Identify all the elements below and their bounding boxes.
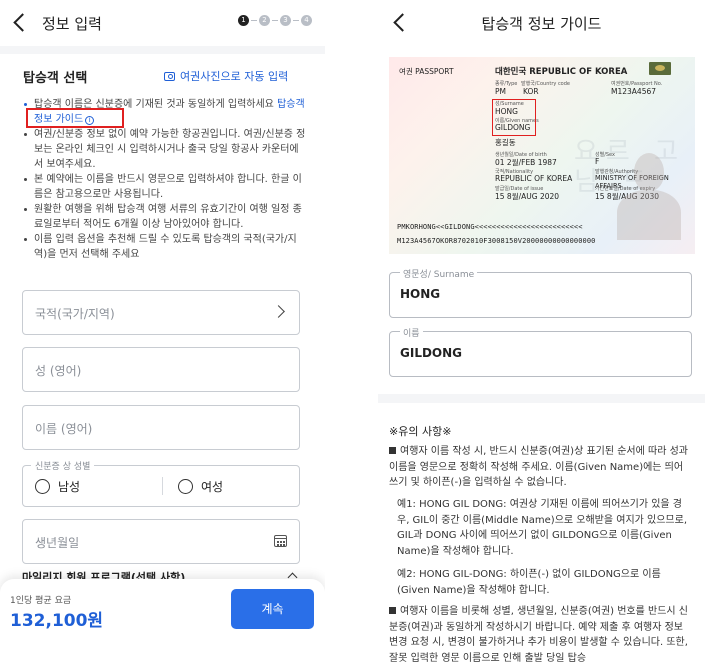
step-dash [272, 20, 278, 21]
pp-value: PM [495, 87, 506, 96]
photo-shoulders [617, 190, 681, 240]
nationality-placeholder: 국적(국가/지역) [35, 307, 115, 321]
chevron-right-icon [272, 305, 285, 318]
auto-fill-from-passport-link[interactable]: 여권사진으로 자동 입력 [164, 68, 288, 84]
passenger-info-screen: 정보 입력 1 2 3 4 탑승객 선택 여권사진으로 자동 입력 탑승객 이름… [0, 0, 325, 667]
header: 정보 입력 1 2 3 4 [0, 0, 325, 46]
notice-item: 본 예약에는 이름을 반드시 영문으로 입력하셔야 합니다. 한글 이름은 참고… [24, 172, 306, 202]
caution-text: 여행자 이름을 비롯해 성별, 생년월일, 신분증(여권) 번호를 반드시 신분… [389, 606, 688, 664]
birthdate-input[interactable]: 생년월일 [22, 519, 300, 564]
step-2: 2 [259, 15, 270, 26]
photo-head [634, 153, 664, 191]
surname-example-field: 영문성/ Surname HONG [389, 267, 692, 318]
surname-input[interactable]: 성 (영어) [22, 347, 300, 392]
pp-value: 01 2월/FEB 1987 [495, 158, 557, 167]
birthdate-placeholder: 생년월일 [35, 536, 80, 550]
square-bullet-icon [389, 447, 396, 454]
step-4: 4 [301, 15, 312, 26]
pp-value: 홍길동 [495, 138, 516, 147]
caution-paragraph: 여행자 이름 작성 시, 반드시 신분증(여권)상 표기된 순서에 따라 성과 … [389, 444, 692, 491]
pp-label: 여권번호/Passport No. [611, 81, 663, 87]
pp-value: REPUBLIC OF KOREA [495, 174, 573, 183]
passport-photo [611, 145, 686, 240]
calendar-icon[interactable] [274, 535, 287, 547]
highlight-box [26, 108, 124, 128]
passenger-guide-screen: 탑승객 정보 가이드 여권 PASSPORT 대한민국 REPUBLIC OF … [378, 0, 705, 667]
passport-sample-image: 여권 PASSPORT 대한민국 REPUBLIC OF KOREA 요르 고 … [389, 57, 695, 254]
flag-icon [649, 62, 671, 75]
pp-label: 발행국/Country code [521, 81, 570, 87]
given-name-placeholder: 이름 (영어) [35, 422, 93, 436]
continue-button[interactable]: 계속 [231, 589, 314, 629]
caution-text: 여행자 이름 작성 시, 반드시 신분증(여권)상 표기된 순서에 따라 성과 … [389, 446, 688, 488]
step-indicator: 1 2 3 4 [238, 15, 312, 26]
divider [0, 46, 325, 54]
step-dash [293, 20, 299, 21]
pp-label: 종류/Type [495, 81, 518, 87]
pp-value: M123A4567 [611, 87, 657, 96]
pp-value: F [595, 157, 600, 166]
step-dash [251, 20, 257, 21]
step-1: 1 [238, 15, 249, 26]
gender-legend: 신분증 상 성별 [31, 459, 95, 472]
male-label: 남성 [58, 480, 81, 494]
notice-item: 원활한 여행을 위해 탑승객 여행 서류의 유효기간이 여행 일정 종료일로부터… [24, 202, 306, 232]
caution-paragraph: 여행자 이름을 비롯해 성별, 생년월일, 신분증(여권) 번호를 반드시 신분… [389, 604, 692, 666]
radio-circle-icon [178, 479, 193, 494]
mrz-line-2: M123A4567OKOR8702010F3008150V20000000000… [397, 237, 596, 245]
gender-female-radio[interactable]: 여성 [178, 478, 223, 495]
surname-legend: 영문성/ Surname [400, 267, 478, 280]
auto-fill-label: 여권사진으로 자동 입력 [180, 70, 289, 83]
avg-fare-label: 1인당 평균 요금 [10, 596, 72, 606]
female-label: 여성 [201, 480, 224, 494]
header: 탑승객 정보 가이드 [378, 0, 705, 46]
pp-value: 15 8월/AUG 2020 [495, 192, 560, 201]
gender-radio-group: 신분증 상 성별 남성 여성 [22, 459, 300, 507]
bottom-bar: 1인당 평균 요금 132,100원 계속 [0, 579, 325, 667]
total-price: 132,100원 [10, 611, 104, 631]
nationality-select[interactable]: 국적(국가/지역) [22, 290, 300, 335]
surname-placeholder: 성 (영어) [35, 364, 82, 378]
pp-value: KOR [523, 87, 539, 96]
notice-item: 이름 입력 옵션을 추천해 드릴 수 있도록 탑승객의 국적(국가/지역)을 먼… [24, 232, 306, 262]
notice-item: 여권/신분증 정보 없이 예약 가능한 항공권입니다. 여권/신분증 정보는 온… [24, 127, 306, 172]
example-2: 예2: HONG GIL-DONG: 하이픈(-) 없이 GILDONG으로 이… [397, 569, 661, 596]
radio-circle-icon [35, 479, 50, 494]
camera-icon [164, 71, 175, 81]
caution-title: ※유의 사항※ [389, 425, 452, 438]
step-3: 3 [280, 15, 291, 26]
example-1: 예1: HONG GIL DONG: 여권상 기재된 이름에 띄어쓰기가 있을 … [397, 499, 688, 557]
screen-gap [325, 0, 378, 667]
divider [162, 477, 163, 495]
mrz-line-1: PMKORHONG<<GILDONG<<<<<<<<<<<<<<<<<<<<<<… [397, 223, 583, 231]
divider [378, 394, 705, 403]
surname-value: HONG [400, 287, 441, 301]
page-title: 정보 입력 [42, 15, 102, 33]
given-name-legend: 이름 [400, 326, 423, 339]
passport-type-label: 여권 PASSPORT [399, 67, 454, 76]
page-title: 탑승객 정보 가이드 [481, 15, 602, 33]
given-name-input[interactable]: 이름 (영어) [22, 405, 300, 450]
square-bullet-icon [389, 607, 396, 614]
given-name-example-field: 이름 GILDONG [389, 326, 692, 377]
back-button[interactable] [10, 10, 32, 36]
gender-male-radio[interactable]: 남성 [35, 478, 80, 495]
section-title: 탑승객 선택 [23, 71, 88, 86]
passport-country: 대한민국 REPUBLIC OF KOREA [495, 67, 628, 77]
name-highlight-box [492, 99, 536, 136]
given-name-value: GILDONG [400, 346, 463, 360]
